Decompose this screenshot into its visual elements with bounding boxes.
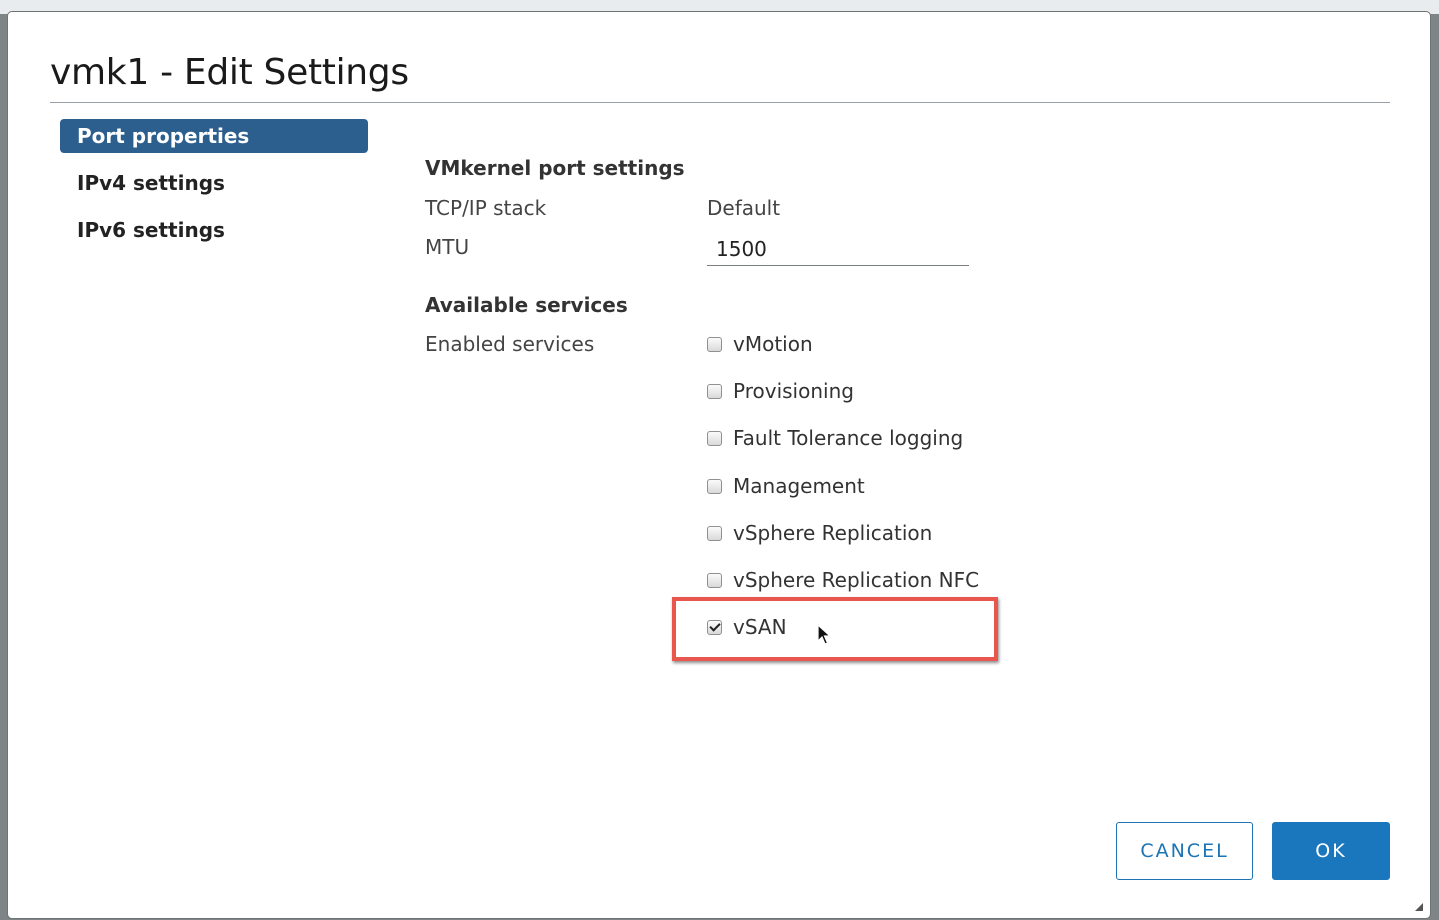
nav-item-ipv4-settings[interactable]: IPv4 settings: [60, 166, 368, 200]
service-label: Provisioning: [733, 379, 854, 403]
service-provisioning[interactable]: Provisioning: [707, 378, 854, 404]
ok-button[interactable]: OK: [1272, 822, 1390, 880]
service-label: vSphere Replication: [733, 521, 933, 545]
service-label: Management: [733, 474, 865, 498]
mouse-cursor-icon: [817, 624, 832, 645]
settings-nav: Port properties IPv4 settings IPv6 setti…: [60, 119, 368, 260]
nav-item-ipv6-settings[interactable]: IPv6 settings: [60, 213, 368, 247]
service-label: vMotion: [733, 332, 813, 356]
service-label: Fault Tolerance logging: [733, 426, 964, 450]
available-services-heading: Available services: [425, 293, 628, 317]
vsphere-replication-checkbox[interactable]: [707, 525, 722, 541]
cancel-button[interactable]: CANCEL: [1116, 822, 1253, 880]
mtu-input[interactable]: [707, 232, 969, 266]
mtu-label: MTU: [425, 235, 470, 259]
nav-item-port-properties[interactable]: Port properties: [60, 119, 368, 153]
vsphere-replication-nfc-checkbox[interactable]: [707, 572, 722, 588]
fault-tolerance-logging-checkbox[interactable]: [707, 430, 722, 446]
vsan-highlight-box: [672, 597, 998, 661]
provisioning-checkbox[interactable]: [707, 383, 722, 399]
resize-handle-icon[interactable]: [1412, 900, 1424, 912]
service-vsphere-replication[interactable]: vSphere Replication: [707, 520, 932, 546]
title-divider: [50, 102, 1390, 103]
edit-settings-dialog: vmk1 - Edit Settings Port properties IPv…: [8, 12, 1430, 918]
vmkernel-port-settings-heading: VMkernel port settings: [425, 156, 685, 180]
service-management[interactable]: Management: [707, 473, 865, 499]
enabled-services-label: Enabled services: [425, 332, 595, 356]
dialog-title: vmk1 - Edit Settings: [50, 52, 409, 93]
vmotion-checkbox[interactable]: [707, 336, 722, 352]
tcpip-stack-value: Default: [707, 196, 781, 220]
service-vsphere-replication-nfc[interactable]: vSphere Replication NFC: [707, 567, 979, 593]
service-label: vSphere Replication NFC: [733, 568, 980, 592]
tcpip-stack-label: TCP/IP stack: [425, 196, 547, 220]
service-vmotion[interactable]: vMotion: [707, 331, 813, 357]
service-fault-tolerance-logging[interactable]: Fault Tolerance logging: [707, 425, 963, 451]
management-checkbox[interactable]: [707, 478, 722, 494]
